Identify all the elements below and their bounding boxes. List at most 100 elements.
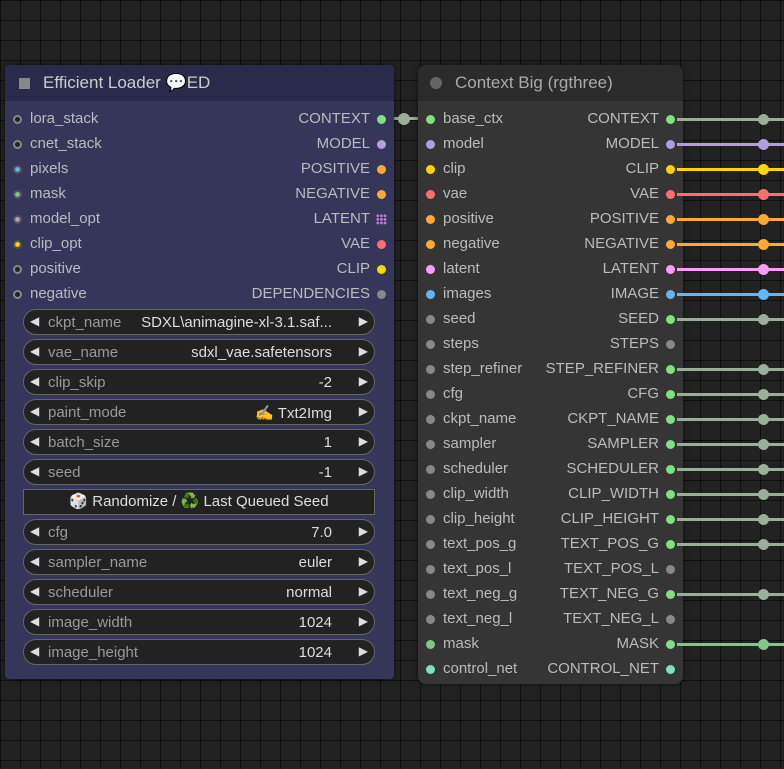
input-slot-positive-icon[interactable] [13, 265, 22, 274]
increment-arrow-icon[interactable]: ▶ [359, 434, 368, 448]
increment-arrow-icon[interactable]: ▶ [359, 524, 368, 538]
widget-paint_mode[interactable]: ◀ paint_mode ✍️ Txt2Img ▶ [23, 399, 375, 425]
output-slot-positive-icon[interactable] [666, 215, 675, 224]
input-slot-cnet_stack-icon[interactable] [13, 140, 22, 149]
output-slot-vae-icon[interactable] [666, 190, 675, 199]
increment-arrow-icon[interactable]: ▶ [359, 344, 368, 358]
decrement-arrow-icon[interactable]: ◀ [30, 374, 39, 388]
increment-arrow-icon[interactable]: ▶ [359, 584, 368, 598]
input-slot-model-icon[interactable] [426, 140, 435, 149]
wire-reroute-dot[interactable] [758, 514, 769, 525]
wire-reroute-dot[interactable] [758, 239, 769, 250]
efficient-loader-node[interactable]: Efficient Loader 💬ED lora_stack CONTEXT cn… [5, 65, 394, 679]
input-slot-sampler-icon[interactable] [426, 440, 435, 449]
widget-scheduler[interactable]: ◀ scheduler normal ▶ [23, 579, 375, 605]
output-slot-latent-icon[interactable] [666, 265, 675, 274]
widget-sampler_name[interactable]: ◀ sampler_name euler ▶ [23, 549, 375, 575]
widget-image_height[interactable]: ◀ image_height 1024 ▶ [23, 639, 375, 665]
input-slot-vae-icon[interactable] [426, 190, 435, 199]
increment-arrow-icon[interactable]: ▶ [359, 374, 368, 388]
input-slot-model_opt-icon[interactable] [13, 215, 22, 224]
decrement-arrow-icon[interactable]: ◀ [30, 464, 39, 478]
wire-reroute-dot[interactable] [758, 289, 769, 300]
wire-reroute-dot[interactable] [758, 114, 769, 125]
input-slot-pixels-icon[interactable] [13, 165, 22, 174]
input-slot-steps-icon[interactable] [426, 340, 435, 349]
output-slot-text_neg_g-icon[interactable] [666, 590, 675, 599]
input-slot-positive-icon[interactable] [426, 215, 435, 224]
wire-reroute-dot[interactable] [758, 314, 769, 325]
input-slot-seed-icon[interactable] [426, 315, 435, 324]
input-slot-text_pos_l-icon[interactable] [426, 565, 435, 574]
input-slot-clip_height-icon[interactable] [426, 515, 435, 524]
input-slot-clip_width-icon[interactable] [426, 490, 435, 499]
output-slot-seed-icon[interactable] [666, 315, 675, 324]
wire-reroute-dot[interactable] [758, 639, 769, 650]
wire-reroute-dot[interactable] [758, 189, 769, 200]
input-slot-negative-icon[interactable] [426, 240, 435, 249]
input-slot-text_neg_g-icon[interactable] [426, 590, 435, 599]
collapse-square-icon[interactable] [19, 78, 30, 89]
output-slot-positive-icon[interactable] [377, 165, 386, 174]
output-slot-vae-icon[interactable] [377, 240, 386, 249]
widget-cfg[interactable]: ◀ cfg 7.0 ▶ [23, 519, 375, 545]
decrement-arrow-icon[interactable]: ◀ [30, 554, 39, 568]
efficient-loader-title-bar[interactable]: Efficient Loader 💬ED [5, 65, 394, 101]
input-slot-ckpt_name-icon[interactable] [426, 415, 435, 424]
output-slot-scheduler-icon[interactable] [666, 465, 675, 474]
increment-arrow-icon[interactable]: ▶ [359, 314, 368, 328]
output-slot-clip_height-icon[interactable] [666, 515, 675, 524]
wire-reroute-dot[interactable] [758, 589, 769, 600]
decrement-arrow-icon[interactable]: ◀ [30, 344, 39, 358]
output-slot-dependencies-icon[interactable] [377, 290, 386, 299]
output-slot-negative-icon[interactable] [666, 240, 675, 249]
input-slot-scheduler-icon[interactable] [426, 465, 435, 474]
context-big-title-bar[interactable]: Context Big (rgthree) [418, 65, 683, 101]
increment-arrow-icon[interactable]: ▶ [359, 464, 368, 478]
input-slot-latent-icon[interactable] [426, 265, 435, 274]
wire-reroute-dot[interactable] [758, 264, 769, 275]
output-slot-text_neg_l-icon[interactable] [666, 615, 675, 624]
increment-arrow-icon[interactable]: ▶ [359, 404, 368, 418]
wire-reroute-dot[interactable] [758, 364, 769, 375]
decrement-arrow-icon[interactable]: ◀ [30, 314, 39, 328]
wire-reroute-dot[interactable] [758, 414, 769, 425]
input-slot-negative-icon[interactable] [13, 290, 22, 299]
output-slot-model-icon[interactable] [666, 140, 675, 149]
input-slot-lora_stack-icon[interactable] [13, 115, 22, 124]
wire-reroute-dot[interactable] [758, 139, 769, 150]
context-link-reroute[interactable] [398, 113, 410, 125]
increment-arrow-icon[interactable]: ▶ [359, 554, 368, 568]
output-slot-clip_width-icon[interactable] [666, 490, 675, 499]
output-slot-ckpt_name-icon[interactable] [666, 415, 675, 424]
wire-reroute-dot[interactable] [758, 389, 769, 400]
input-slot-control_net-icon[interactable] [426, 665, 435, 674]
output-slot-negative-icon[interactable] [377, 190, 386, 199]
output-slot-mask-icon[interactable] [666, 640, 675, 649]
input-slot-clip_opt-icon[interactable] [13, 240, 22, 249]
decrement-arrow-icon[interactable]: ◀ [30, 584, 39, 598]
output-slot-clip-icon[interactable] [377, 265, 386, 274]
input-slot-step_refiner-icon[interactable] [426, 365, 435, 374]
collapse-circle-icon[interactable] [430, 77, 442, 89]
output-slot-steps-icon[interactable] [666, 340, 675, 349]
context-big-node[interactable]: Context Big (rgthree) base_ctx CONTEXT mod… [418, 65, 683, 684]
input-slot-base_ctx-icon[interactable] [426, 115, 435, 124]
widget-image_width[interactable]: ◀ image_width 1024 ▶ [23, 609, 375, 635]
widget-clip_skip[interactable]: ◀ clip_skip -2 ▶ [23, 369, 375, 395]
output-slot-image-icon[interactable] [666, 290, 675, 299]
decrement-arrow-icon[interactable]: ◀ [30, 404, 39, 418]
input-slot-cfg-icon[interactable] [426, 390, 435, 399]
input-slot-text_pos_g-icon[interactable] [426, 540, 435, 549]
decrement-arrow-icon[interactable]: ◀ [30, 644, 39, 658]
widget-vae_name[interactable]: ◀ vae_name sdxl_vae.safetensors ▶ [23, 339, 375, 365]
wire-reroute-dot[interactable] [758, 464, 769, 475]
input-slot-images-icon[interactable] [426, 290, 435, 299]
wire-reroute-dot[interactable] [758, 539, 769, 550]
wire-reroute-dot[interactable] [758, 214, 769, 225]
input-slot-text_neg_l-icon[interactable] [426, 615, 435, 624]
output-slot-cfg-icon[interactable] [666, 390, 675, 399]
input-slot-mask-icon[interactable] [13, 190, 22, 199]
randomize-seed-button[interactable]: 🎲 Randomize / ♻️ Last Queued Seed [23, 489, 375, 515]
widget-batch_size[interactable]: ◀ batch_size 1 ▶ [23, 429, 375, 455]
